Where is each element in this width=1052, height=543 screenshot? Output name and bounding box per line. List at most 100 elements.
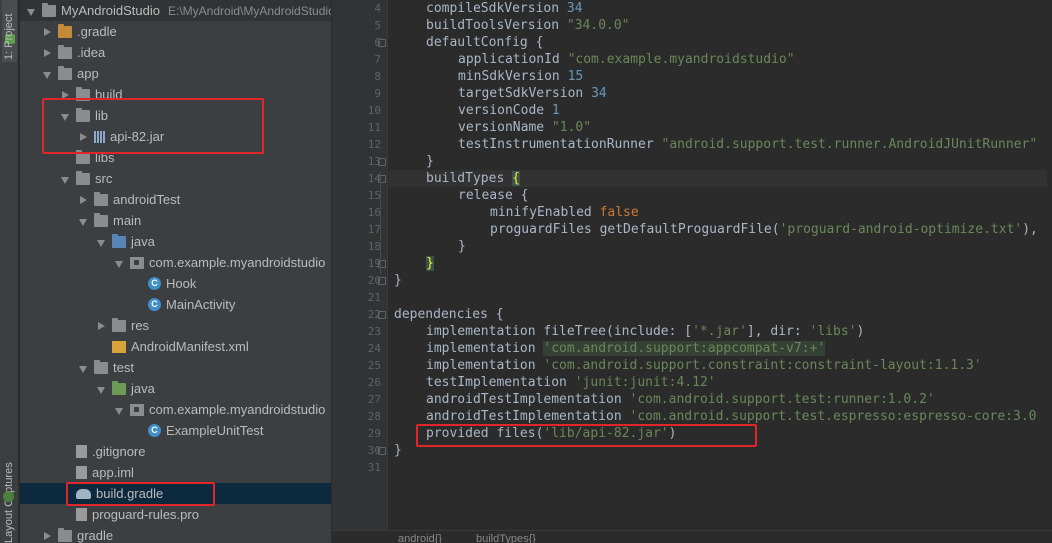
tree-item-gitignore[interactable]: .gitignore <box>20 441 331 462</box>
tree-item-manifest[interactable]: AndroidManifest.xml <box>20 336 331 357</box>
code-line-23: implementation fileTree(include: ['*.jar… <box>426 324 865 339</box>
chevron-right-icon[interactable] <box>42 27 52 37</box>
xml-file-icon <box>112 340 126 353</box>
class-icon: C <box>148 298 161 311</box>
line-number: 26 <box>367 376 381 389</box>
fold-marker-icon[interactable] <box>378 39 386 47</box>
breadcrumb-item-android[interactable]: android{} <box>398 533 442 543</box>
project-tool-tab[interactable]: 1: Project <box>2 0 17 62</box>
project-tool-tab-label: 1: Project <box>3 13 15 60</box>
chevron-down-icon[interactable] <box>78 363 88 373</box>
chevron-down-icon[interactable] <box>78 216 88 226</box>
tree-item-exampleunittest[interactable]: C ExampleUnitTest <box>20 420 331 441</box>
fold-marker-icon[interactable] <box>378 311 386 319</box>
tree-item-label: src <box>95 171 113 186</box>
line-number: 16 <box>367 206 381 219</box>
tree-item-res[interactable]: res <box>20 315 331 336</box>
code-line-6: defaultConfig { <box>426 35 544 50</box>
chevron-right-icon[interactable] <box>42 531 52 541</box>
folder-icon <box>58 44 72 59</box>
tree-item-app[interactable]: app <box>20 63 331 84</box>
tree-item-src[interactable]: src <box>20 168 331 189</box>
line-number: 11 <box>367 121 381 134</box>
chevron-down-icon[interactable] <box>114 405 124 415</box>
chevron-down-icon[interactable] <box>96 237 106 247</box>
breadcrumb-item-buildtypes[interactable]: buildTypes{} <box>476 533 536 543</box>
line-number: 15 <box>367 189 381 202</box>
chevron-right-icon[interactable] <box>78 195 88 205</box>
module-folder-icon <box>42 2 56 17</box>
chevron-down-icon[interactable] <box>96 384 106 394</box>
line-number: 23 <box>367 325 381 338</box>
test-source-folder-icon <box>112 380 126 395</box>
line-number: 30 <box>367 444 381 457</box>
code-line-15: release { <box>458 188 529 203</box>
package-icon <box>130 256 144 269</box>
line-number: 25 <box>367 359 381 372</box>
tree-item-main[interactable]: main <box>20 210 331 231</box>
chevron-down-icon[interactable] <box>114 258 124 268</box>
source-folder-icon <box>112 233 126 248</box>
tree-item-main-package[interactable]: com.example.myandroidstudio <box>20 252 331 273</box>
folder-icon <box>58 23 72 38</box>
line-number: 14 <box>367 172 381 185</box>
code-line-14: buildTypes { <box>389 170 1047 187</box>
resource-folder-icon <box>112 317 126 332</box>
tree-item-label: MainActivity <box>166 297 236 312</box>
module-folder-icon <box>58 65 72 80</box>
code-line-30: } <box>394 443 402 458</box>
fold-marker-icon[interactable] <box>378 447 386 455</box>
chevron-down-icon[interactable] <box>26 6 36 16</box>
fold-marker-icon[interactable] <box>378 277 386 285</box>
chevron-down-icon[interactable] <box>42 69 52 79</box>
root-name: MyAndroidStudio <box>61 3 160 18</box>
layout-captures-icon <box>3 491 14 502</box>
code-line-9: targetSdkVersion 34 <box>458 86 607 101</box>
line-number: 9 <box>374 87 381 100</box>
annotation-box-build-gradle <box>66 482 215 506</box>
code-line-20: } <box>394 273 402 288</box>
chevron-right-icon[interactable] <box>96 321 106 331</box>
tree-item-hook[interactable]: C Hook <box>20 273 331 294</box>
tree-item-label: test <box>113 360 134 375</box>
fold-marker-icon[interactable] <box>378 158 386 166</box>
tree-item-app-iml[interactable]: app.iml <box>20 462 331 483</box>
folder-icon <box>94 212 108 227</box>
tree-item-androidtest[interactable]: androidTest <box>20 189 331 210</box>
tree-root[interactable]: MyAndroidStudio E:\MyAndroid\MyAndroidSt… <box>20 0 331 21</box>
tree-item-proguard[interactable]: proguard-rules.pro <box>20 504 331 525</box>
tree-item-mainactivity[interactable]: C MainActivity <box>20 294 331 315</box>
code-line-24: implementation 'com.android.support:appc… <box>426 341 826 356</box>
code-editor[interactable]: 4 5 6 7 8 9 10 11 12 13 14 15 16 17 18 1… <box>332 0 1052 543</box>
chevron-right-icon[interactable] <box>42 48 52 58</box>
chevron-down-icon[interactable] <box>60 174 70 184</box>
line-number: 4 <box>374 2 381 15</box>
tree-item-test-package[interactable]: com.example.myandroidstudio <box>20 399 331 420</box>
line-number: 31 <box>367 461 381 474</box>
tree-item-test-java[interactable]: java <box>20 378 331 399</box>
tree-item-main-java[interactable]: java <box>20 231 331 252</box>
line-number: 28 <box>367 410 381 423</box>
tool-window-strip: 1: Project Layout Captures <box>0 0 19 543</box>
code-line-18: } <box>458 239 466 254</box>
line-number: 20 <box>367 274 381 287</box>
line-number: 24 <box>367 342 381 355</box>
code-line-5: buildToolsVersion "34.0.0" <box>426 18 630 33</box>
tree-item-test[interactable]: test <box>20 357 331 378</box>
code-line-8: minSdkVersion 15 <box>458 69 584 84</box>
code-line-11: versionName "1.0" <box>458 120 592 135</box>
tree-item-gradle[interactable]: gradle <box>20 525 331 543</box>
tree-item-label: main <box>113 213 142 228</box>
folder-icon <box>76 170 90 185</box>
tree-item-idea[interactable]: .idea <box>20 42 331 63</box>
file-icon <box>76 445 87 458</box>
line-number: 21 <box>367 291 381 304</box>
line-number: 10 <box>367 104 381 117</box>
line-number: 19 <box>367 257 381 270</box>
layout-captures-tab-label: Layout Captures <box>3 462 15 543</box>
breadcrumb: android{} buildTypes{} <box>332 530 1052 543</box>
folder-icon <box>94 191 108 206</box>
code-line-16: minifyEnabled false <box>490 205 639 220</box>
code-line-17: proguardFiles getDefaultProguardFile('pr… <box>490 222 1038 237</box>
tree-item-gradle-dir[interactable]: .gradle <box>20 21 331 42</box>
